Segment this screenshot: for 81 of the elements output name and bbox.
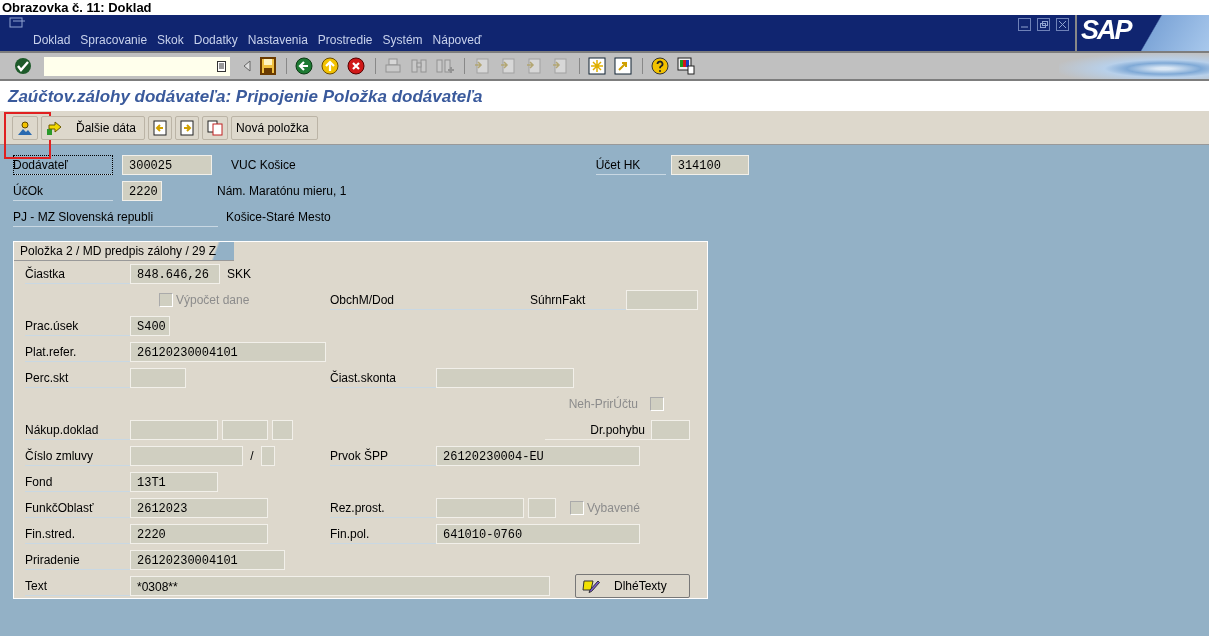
menu-item[interactable]: Systém <box>382 33 423 47</box>
icon-button[interactable] <box>12 115 38 140</box>
input-field[interactable]: S400 <box>130 316 170 336</box>
checkbox-label: Vybavené <box>587 500 640 517</box>
up-arrow-icon[interactable] <box>321 57 339 75</box>
checkmark-icon[interactable] <box>14 57 32 75</box>
input-field[interactable]: 2220 <box>122 181 162 201</box>
address-text: Nám. Maratónu mieru, 1 <box>217 183 347 200</box>
input-field[interactable]: 641010-0760 <box>436 524 640 544</box>
binoculars-plus-icon[interactable] <box>436 57 454 75</box>
input-field[interactable] <box>436 368 574 388</box>
checkbox-label: Neh-PrirÚčtu <box>568 395 638 413</box>
logo: SAP <box>1075 15 1209 51</box>
back-arrow-icon[interactable] <box>295 57 313 75</box>
currency-text: SKK <box>227 266 251 283</box>
input-field[interactable] <box>130 420 218 440</box>
menu-item[interactable]: Nastavenia <box>247 33 308 47</box>
input-field[interactable]: 848.646,26 <box>130 264 220 284</box>
input-field[interactable] <box>528 498 556 518</box>
close-icon[interactable] <box>1056 18 1069 31</box>
input-field[interactable]: 2220 <box>130 524 268 544</box>
input-field[interactable]: 13T1 <box>130 472 218 492</box>
monitor-icon[interactable] <box>677 57 695 75</box>
checkbox-label: Výpočet dane <box>176 292 250 309</box>
pencil-note-icon <box>582 578 600 594</box>
menu-item[interactable]: Prostredie <box>317 33 373 47</box>
address-text: Košice-Staré Mesto <box>226 209 331 226</box>
tab-title: Položka 2 / MD predpis zálohy / 29 Z <box>14 242 235 261</box>
cancel-icon[interactable] <box>347 57 365 75</box>
toolbar-button[interactable]: Nová položka <box>231 115 318 140</box>
menu-item[interactable]: Nápoveď <box>432 33 482 47</box>
toolbar-button[interactable]: Ďalšie dáta <box>41 115 146 140</box>
input-field[interactable]: *0308** <box>130 576 550 596</box>
input-field[interactable] <box>130 368 186 388</box>
input-field[interactable]: 2612023 <box>130 498 268 518</box>
field-label: Dodávateľ <box>13 155 113 175</box>
page-left-icon <box>153 119 168 136</box>
input-field[interactable] <box>626 290 698 310</box>
arrow-right-icon <box>46 119 62 136</box>
field-label: Účet HK <box>595 155 666 175</box>
icon-button[interactable] <box>175 115 200 140</box>
input-field[interactable]: 300025 <box>122 155 212 175</box>
input-field[interactable] <box>130 446 243 466</box>
triangle-left-icon[interactable] <box>242 59 252 73</box>
input-field[interactable] <box>436 498 524 518</box>
list-icon[interactable] <box>217 60 226 72</box>
save-icon[interactable] <box>260 57 276 75</box>
input-field[interactable] <box>651 420 690 440</box>
menu-item[interactable]: Dodatky <box>193 33 238 47</box>
help-icon[interactable] <box>651 57 669 75</box>
input-field[interactable]: 26120230004101 <box>130 342 326 362</box>
minimize-icon[interactable] <box>1018 18 1031 31</box>
input-field[interactable] <box>222 420 268 440</box>
caption-text: Obrazovka č. 11: Doklad <box>1 0 153 15</box>
separator-text: / <box>249 448 255 465</box>
arrow-window-icon[interactable] <box>614 57 632 75</box>
icon-button[interactable] <box>148 115 173 140</box>
input-field[interactable] <box>261 446 275 466</box>
screen-title: Zaúčtov.zálohy dodávateľa: Pripojenie Položka dodávateľa <box>6 86 484 108</box>
menu-item[interactable]: Spracovanie <box>80 33 148 47</box>
icon-button[interactable] <box>202 115 229 140</box>
field-label: ObchM/Dod <box>330 290 530 310</box>
copy-icon <box>207 119 224 136</box>
person-landscape-icon <box>17 119 33 136</box>
menu-item[interactable]: Skok <box>157 33 184 47</box>
page-right-icon <box>180 119 195 136</box>
sparkle-window-icon[interactable] <box>588 57 606 75</box>
input-field[interactable]: 26120230004101 <box>130 550 285 570</box>
organization-text: PJ - MZ Slovenská republi <box>13 207 218 227</box>
binoculars-icon[interactable] <box>410 57 428 75</box>
input-field[interactable]: 26120230004-EU <box>436 446 640 466</box>
window-menu-icon[interactable] <box>9 17 25 29</box>
restore-icon[interactable] <box>1037 18 1050 31</box>
long-texts-button[interactable]: DlhéTexty <box>575 574 690 598</box>
input-field[interactable] <box>272 420 293 440</box>
command-field[interactable] <box>44 56 230 76</box>
field-label: ÚčOk <box>13 181 113 201</box>
menu-item[interactable]: Doklad <box>33 33 71 47</box>
vendor-name: VUC Košice <box>231 157 296 174</box>
printer-icon[interactable] <box>384 57 402 75</box>
input-field[interactable]: 314100 <box>670 155 749 175</box>
